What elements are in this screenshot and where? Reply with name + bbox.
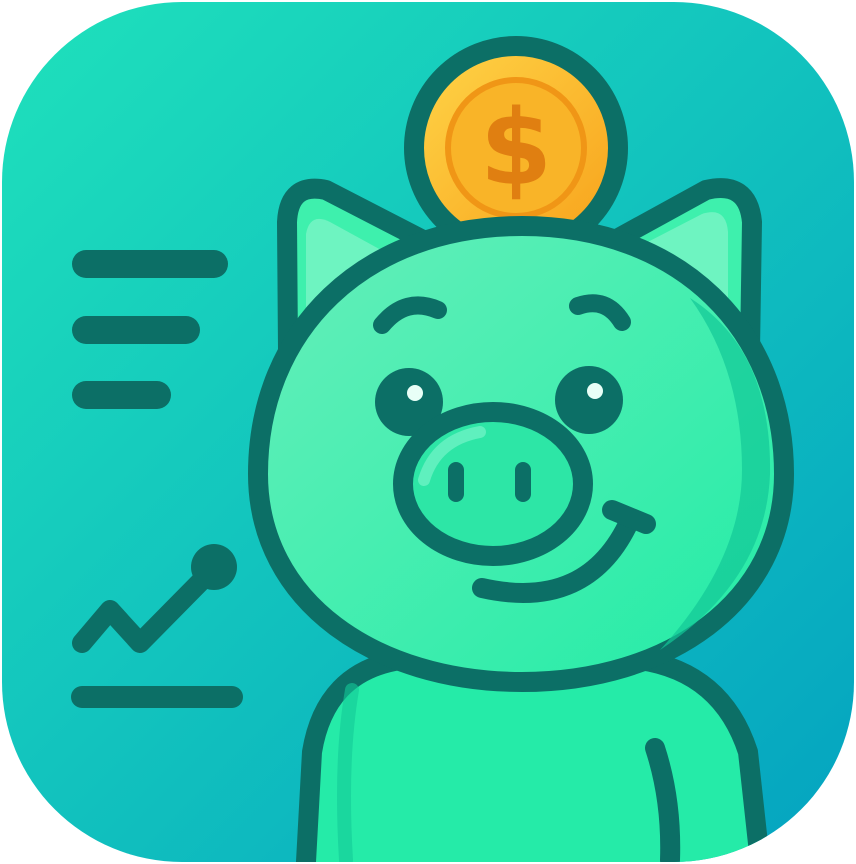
trend-chart-dot	[191, 544, 237, 590]
pig-snout	[393, 402, 593, 566]
piggy-bank-app-icon: $	[2, 2, 854, 862]
coin-dollar-symbol: $	[480, 87, 552, 209]
app-icon: $	[0, 0, 856, 864]
